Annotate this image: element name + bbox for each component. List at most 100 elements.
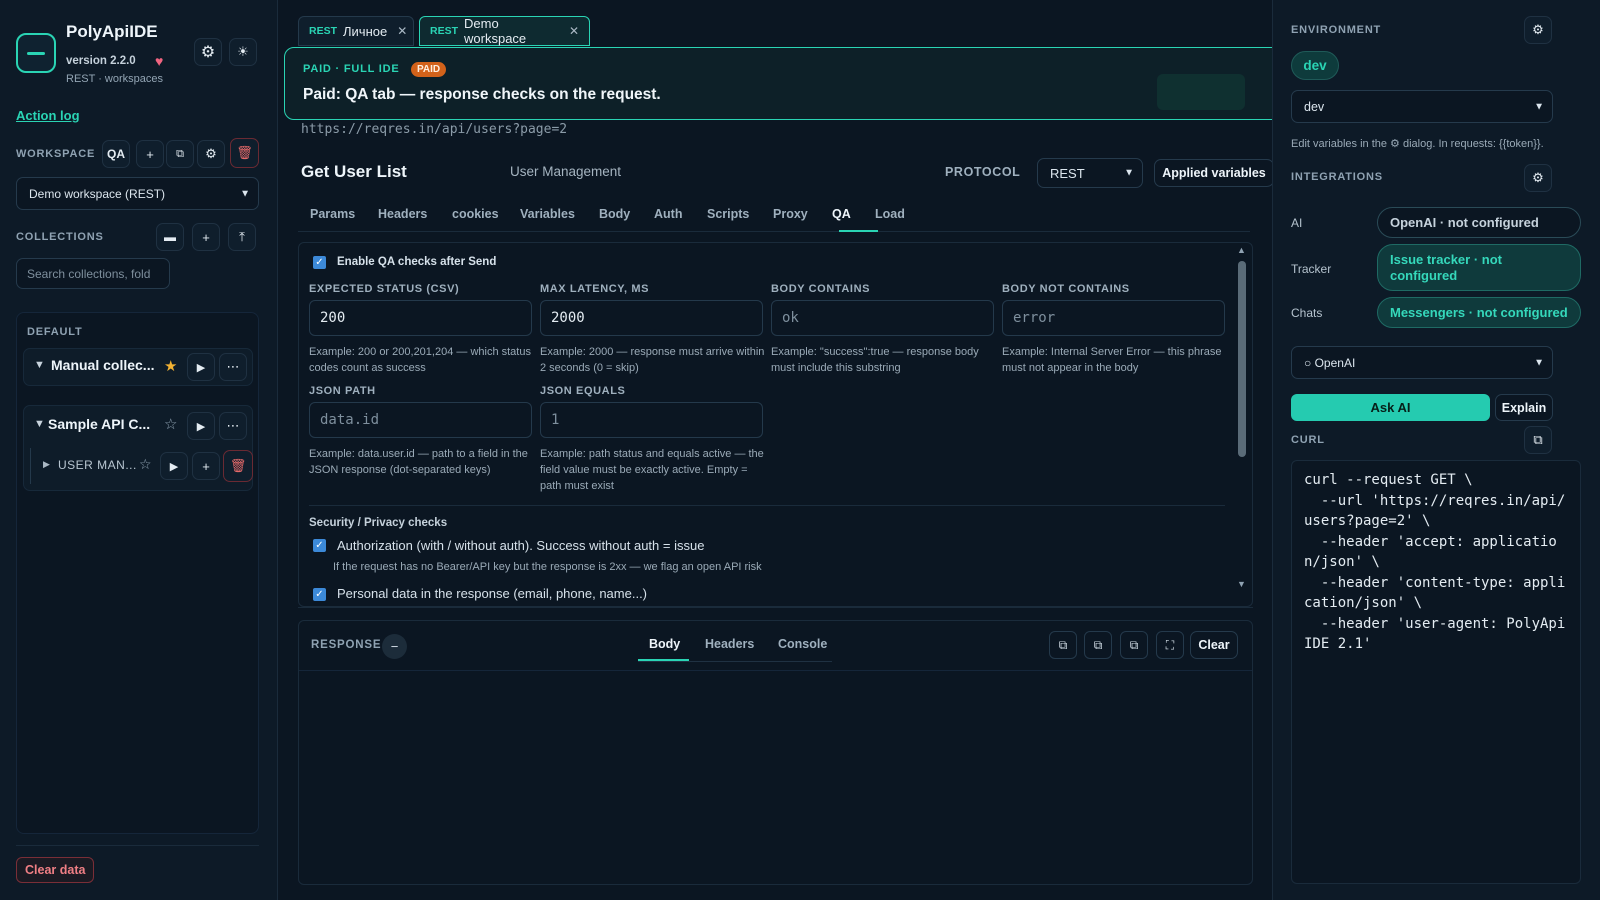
star-outline-icon[interactable]: ☆ [164, 415, 177, 433]
subtab-body[interactable]: Body [599, 207, 630, 221]
divider [309, 505, 1225, 506]
close-icon[interactable]: ✕ [397, 24, 407, 38]
max-latency-input[interactable]: 2000 [540, 300, 763, 336]
folder-item[interactable]: ▶ USER MAN... ☆ ▶ + 🗑 [30, 448, 253, 484]
subtab-qa[interactable]: QA [832, 207, 851, 221]
clear-response-button[interactable]: Clear [1190, 631, 1238, 659]
tab-demo-workspace[interactable]: REST Demo workspace ✕ [419, 16, 590, 46]
subtab-load[interactable]: Load [875, 207, 905, 221]
copy-all-icon[interactable]: ⧉ [1120, 631, 1148, 659]
response-tab-console[interactable]: Console [778, 637, 827, 651]
integration-ai-pill[interactable]: OpenAI · not configured [1377, 207, 1581, 238]
integration-chats-pill[interactable]: Messengers · not configured [1377, 297, 1581, 328]
subtab-headers[interactable]: Headers [378, 207, 427, 221]
response-tab-body[interactable]: Body [649, 637, 680, 651]
tab-protocol: REST [309, 25, 338, 37]
subtab-params[interactable]: Params [310, 207, 355, 221]
curl-label: CURL [1291, 434, 1325, 446]
chevron-down-icon: ▼ [240, 188, 250, 199]
environment-settings-icon[interactable]: ⚙ [1524, 16, 1552, 44]
expected-status-hint: Example: 200 or 200,201,204 — which stat… [309, 346, 531, 374]
duplicate-workspace-icon[interactable]: ⧉ [166, 140, 194, 168]
integrations-settings-icon[interactable]: ⚙ [1524, 164, 1552, 192]
subtab-variables[interactable]: Variables [520, 207, 575, 221]
explain-button[interactable]: Explain [1495, 394, 1553, 421]
expected-status-input[interactable]: 200 [309, 300, 532, 336]
body-not-contains-input[interactable]: error [1002, 300, 1225, 336]
json-path-input[interactable]: data.id [309, 402, 532, 438]
run-collection-icon[interactable]: ▶ [187, 353, 215, 381]
add-workspace-icon[interactable]: + [136, 140, 164, 168]
collections-search-input[interactable]: Search collections, fold [16, 258, 170, 289]
expand-icon[interactable]: ▼ [34, 418, 45, 430]
ask-ai-button[interactable]: Ask AI [1291, 394, 1490, 421]
collection-item[interactable]: ▼ Sample API C... ☆ ▶ ⋯ ▶ USER MAN... ☆ … [23, 405, 253, 491]
json-path-hint: Example: data.user.id — path to a field … [309, 448, 528, 476]
clear-data-button[interactable]: Clear data [16, 857, 95, 883]
protocol-select[interactable]: REST ▼ [1037, 158, 1143, 188]
close-icon[interactable]: ✕ [569, 24, 579, 38]
add-collection-icon[interactable]: + [192, 223, 220, 251]
ai-provider-value: ○ OpenAI [1304, 355, 1356, 370]
json-equals-hint: Example: path status and equals active —… [540, 448, 764, 492]
integration-tracker-pill[interactable]: Issue tracker · not configured [1377, 244, 1581, 291]
response-tab-headers[interactable]: Headers [705, 637, 754, 651]
copy-body-icon[interactable]: ⧉ [1049, 631, 1077, 659]
request-url[interactable]: https://reqres.in/api/users?page=2 [301, 122, 567, 137]
active-env-badge[interactable]: dev [1291, 51, 1339, 80]
scroll-down-icon[interactable]: ▼ [1237, 579, 1246, 589]
qa-scrollbar[interactable]: ▲ ▼ [1235, 245, 1249, 605]
expand-icon[interactable]: ▼ [34, 359, 45, 371]
main-area: REST Личное ✕ REST Demo workspace ✕ PAID… [279, 0, 1285, 900]
star-outline-icon[interactable]: ☆ [139, 456, 152, 473]
delete-folder-icon[interactable]: 🗑 [223, 450, 253, 482]
import-collection-icon[interactable]: ⤒ [228, 223, 256, 251]
run-collection-icon[interactable]: ▶ [187, 412, 215, 440]
more-options-icon[interactable]: ⋯ [219, 412, 247, 440]
theme-toggle-icon[interactable]: ☀ [229, 38, 257, 66]
curl-output[interactable]: curl --request GET \ --url 'https://reqr… [1291, 460, 1581, 884]
body-contains-hint: Example: "success":true — response body … [771, 346, 979, 374]
group-label: DEFAULT [27, 326, 83, 338]
copy-curl-icon[interactable]: ⧉ [1524, 426, 1552, 454]
workspace-qa-button[interactable]: QA [102, 140, 130, 168]
applied-variables-button[interactable]: Applied variables [1154, 159, 1274, 187]
environment-hint: Edit variables in the ⚙ dialog. In reque… [1291, 138, 1544, 150]
app-logo [16, 33, 56, 73]
json-equals-input[interactable]: 1 [540, 402, 763, 438]
subtab-auth[interactable]: Auth [654, 207, 682, 221]
expand-folder-icon[interactable]: ▶ [43, 459, 50, 470]
fullscreen-icon[interactable]: ⛶ [1156, 631, 1184, 659]
add-request-icon[interactable]: + [192, 452, 220, 480]
scroll-up-icon[interactable]: ▲ [1237, 245, 1246, 255]
action-log-link[interactable]: Action log [16, 108, 80, 123]
request-name[interactable]: Get User List [301, 162, 407, 182]
environment-select[interactable]: dev ▼ [1291, 90, 1553, 123]
collapse-icon[interactable]: − [382, 634, 407, 659]
settings-gear-icon[interactable]: ⚙ [194, 38, 222, 66]
new-folder-icon[interactable]: ▬ [156, 223, 184, 251]
auth-check-checkbox[interactable]: ✓ [313, 539, 326, 552]
panel-resize-handle[interactable] [298, 607, 1253, 608]
more-options-icon[interactable]: ⋯ [219, 353, 247, 381]
scroll-thumb[interactable] [1238, 261, 1246, 457]
subtab-cookies[interactable]: cookies [452, 207, 499, 221]
star-filled-icon[interactable]: ★ [164, 357, 177, 375]
body-contains-input[interactable]: ok [771, 300, 994, 336]
personal-data-checkbox[interactable]: ✓ [313, 588, 326, 601]
request-folder: User Management [510, 164, 622, 179]
delete-workspace-icon[interactable]: 🗑 [230, 138, 259, 168]
collections-panel: DEFAULT ▼ Manual collec... ★ ▶ ⋯ ▼ Sampl… [16, 312, 259, 834]
subtab-scripts[interactable]: Scripts [707, 207, 749, 221]
run-folder-icon[interactable]: ▶ [160, 452, 188, 480]
heart-icon[interactable]: ♥ [155, 53, 163, 69]
tab-personal[interactable]: REST Личное ✕ [298, 16, 414, 46]
subtab-proxy[interactable]: Proxy [773, 207, 808, 221]
collection-item[interactable]: ▼ Manual collec... ★ ▶ ⋯ [23, 348, 253, 386]
workspace-settings-icon[interactable]: ⚙ [197, 140, 225, 168]
integrations-label: INTEGRATIONS [1291, 171, 1383, 183]
ai-provider-select[interactable]: ○ OpenAI ▼ [1291, 346, 1553, 379]
copy-headers-icon[interactable]: ⧉ [1084, 631, 1112, 659]
workspace-select[interactable]: Demo workspace (REST) ▼ [16, 177, 259, 210]
enable-qa-checkbox[interactable]: ✓ [313, 256, 326, 269]
